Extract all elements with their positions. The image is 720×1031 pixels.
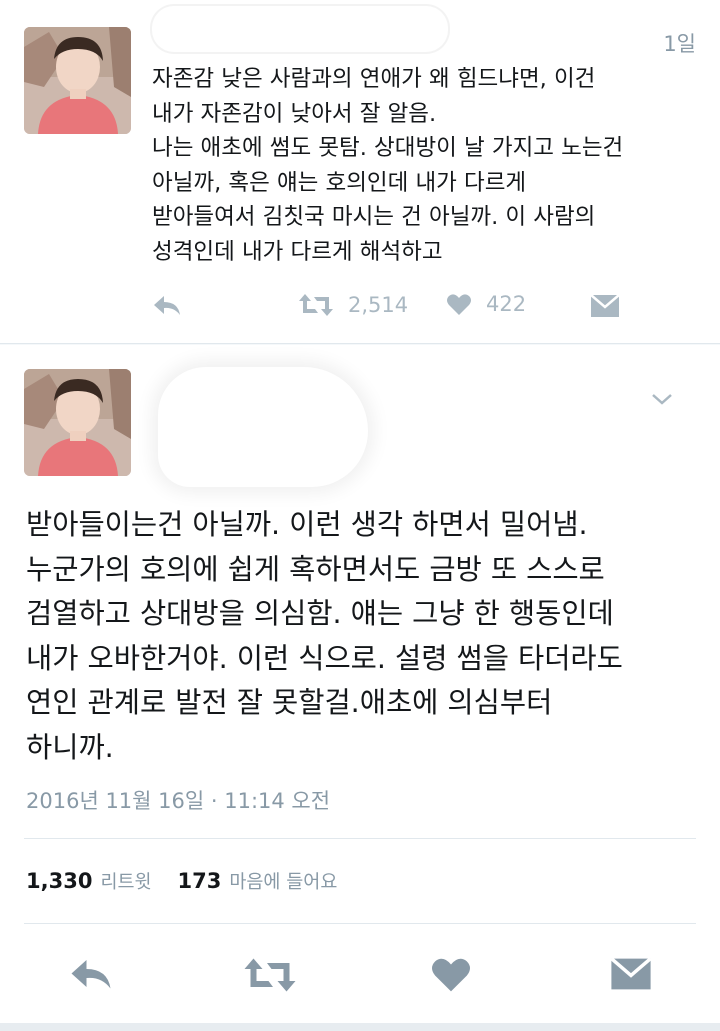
redacted-user-info — [158, 367, 368, 487]
like-button[interactable] — [430, 955, 472, 997]
avatar[interactable] — [24, 27, 131, 134]
reply-icon — [71, 960, 111, 989]
avatar-photo — [24, 369, 131, 476]
tweet-time: 1일 — [663, 32, 696, 56]
retweet-button[interactable]: 2,514 — [298, 292, 408, 318]
tweet-actions: 2,514 422 — [152, 288, 672, 328]
tweet-text-line: 내가 오바한거야. 이런 식으로. 설령 썸을 타더라도 — [26, 641, 623, 675]
retweet-total[interactable]: 1,330 — [26, 869, 92, 893]
reply-button[interactable] — [68, 957, 114, 997]
retweet-icon — [299, 294, 333, 316]
heart-icon — [432, 958, 470, 992]
like-total[interactable]: 173 — [178, 869, 222, 893]
bottom-edge — [0, 1023, 720, 1031]
tweet-text-line: 받아들이는건 아닐까. 이런 생각 하면서 밀어냄. — [26, 508, 588, 541]
tweet-text-line: 내가 자존감이 낮아서 잘 알음. — [152, 100, 437, 127]
tweet-text-line: 하니까. — [26, 730, 114, 764]
chevron-down-icon[interactable] — [650, 387, 674, 411]
avatar[interactable] — [24, 369, 131, 476]
tweet-text: 자존감 낮은 사람과의 연애가 왜 힘드냐면, 이건 내가 자존감이 낮아서 잘… — [152, 62, 692, 269]
tweet-previous[interactable]: 1일 자존감 낮은 사람과의 연애가 왜 힘드냐면, 이건 내가 자존감이 낮아… — [0, 0, 720, 344]
envelope-icon — [610, 957, 652, 990]
avatar-photo — [24, 27, 131, 134]
tweet-text-line: 받아들여서 김칫국 마시는 건 아닐까. 이 사람의 — [152, 204, 596, 230]
like-label[interactable]: 마음에 들어요 — [229, 868, 337, 894]
retweet-count: 2,514 — [348, 293, 409, 317]
reply-button[interactable] — [152, 294, 182, 318]
envelope-icon — [590, 294, 620, 317]
tweet-text-line: 연인 관계로 발전 잘 못할걸.애초에 의심부터 — [26, 686, 553, 719]
tweet-text-line: 성격인데 내가 다르게 해석하고 — [152, 238, 443, 265]
redacted-username — [150, 4, 450, 54]
divider — [24, 838, 696, 839]
tweet-timestamp: 2016년 11월 16일 · 11:14 오전 — [26, 789, 331, 813]
tweet-text-line: 나는 애초에 썸도 못탐. 상대방이 날 가지고 노는건 — [152, 135, 624, 161]
divider — [24, 923, 696, 924]
like-button[interactable]: 422 — [446, 292, 526, 316]
heart-icon — [447, 294, 471, 315]
direct-message-button[interactable] — [610, 957, 652, 995]
direct-message-button[interactable] — [590, 294, 620, 318]
retweet-icon — [244, 958, 296, 992]
tweet-text-line: 아닐까, 혹은 얘는 호의인데 내가 다르게 — [152, 169, 527, 196]
tweet-text-line: 자존감 낮은 사람과의 연애가 왜 힘드냐면, 이건 — [152, 66, 596, 92]
tweet-detail: 받아들이는건 아닐까. 이런 생각 하면서 밀어냄. 누군가의 호의에 쉽게 혹… — [0, 345, 720, 1031]
tweet-detail-actions — [0, 949, 720, 1005]
tweet-stats: 1,330 리트윗 173 마음에 들어요 — [26, 868, 363, 894]
retweet-button[interactable] — [243, 955, 297, 999]
retweet-label[interactable]: 리트윗 — [100, 868, 151, 894]
reply-icon — [154, 296, 180, 315]
like-count: 422 — [486, 292, 527, 316]
tweet-text-line: 검열하고 상대방을 의심함. 얘는 그냥 한 행동인데 — [26, 597, 614, 630]
tweet-text-line: 누군가의 호의에 쉽게 혹하면서도 금방 또 스스로 — [26, 552, 605, 586]
tweet-text: 받아들이는건 아닐까. 이런 생각 하면서 밀어냄. 누군가의 호의에 쉽게 혹… — [26, 503, 706, 770]
